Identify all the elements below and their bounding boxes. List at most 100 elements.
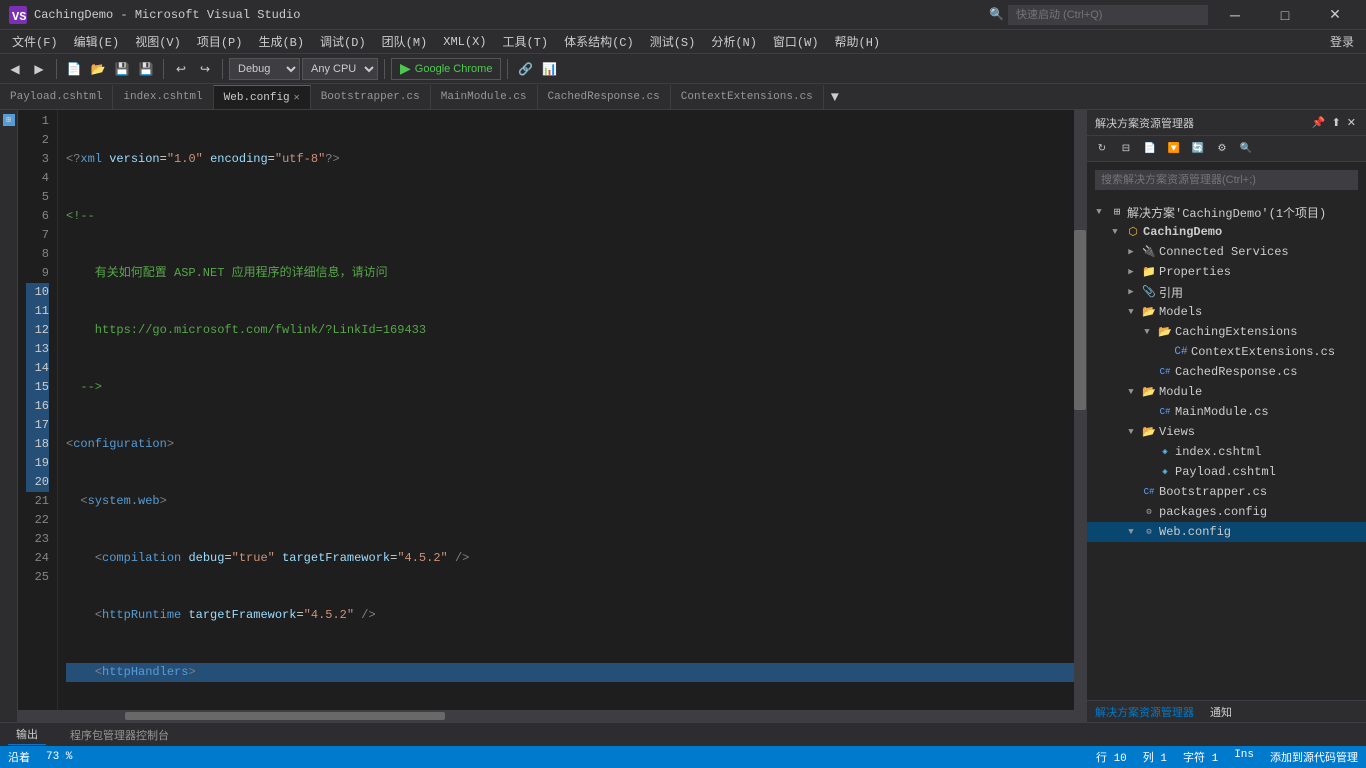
tree-references[interactable]: ▶ 📎 引用 [1087,282,1366,302]
se-tab-notifications[interactable]: 通知 [1210,704,1232,720]
tab-index[interactable]: index.cshtml [113,85,213,109]
tree-index-cshtml[interactable]: ▶ ◈ index.cshtml [1087,442,1366,462]
se-refresh[interactable]: ↻ [1091,138,1113,160]
se-pin-button[interactable]: 📌 [1310,116,1328,129]
references-icon: 📎 [1141,284,1157,300]
tree-module[interactable]: ▼ 📂 Module [1087,382,1366,402]
toolbar-sep-2 [163,59,164,79]
tree-context-ext[interactable]: ▶ C# ContextExtensions.cs [1087,342,1366,362]
toolbar-saveall[interactable]: 💾 [135,58,157,80]
se-sync-files[interactable]: 🔄 [1187,138,1209,160]
editor-scrollbar-v[interactable] [1074,110,1086,710]
tree-views[interactable]: ▼ 📂 Views [1087,422,1366,442]
toolbar-undo[interactable]: ↩ [170,58,192,80]
tab-contextextensions[interactable]: ContextExtensions.cs [671,85,824,109]
line-num-4: 4 [26,169,49,188]
menu-tools[interactable]: 工具(T) [494,30,556,54]
tree-connected-services[interactable]: ▶ 🔌 Connected Services [1087,242,1366,262]
tree-solution[interactable]: ▼ ⊞ 解决方案'CachingDemo'(1个项目) [1087,202,1366,222]
login-button[interactable]: 登录 [1322,30,1362,54]
menu-test[interactable]: 测试(S) [642,30,704,54]
add-to-source-control[interactable]: 添加到源代码管理 [1270,749,1358,765]
tab-label-mainmodule: MainModule.cs [441,91,527,103]
toolbar-forward[interactable]: ▶ [28,58,50,80]
se-search-input[interactable] [1095,170,1358,190]
toolbar-new[interactable]: 📄 [63,58,85,80]
se-search-btn[interactable]: 🔍 [1235,138,1257,160]
views-label: Views [1159,425,1195,439]
tree-models[interactable]: ▼ 📂 Models [1087,302,1366,322]
toolbar-sep-5 [507,59,508,79]
scrollbar-thumb[interactable] [1074,230,1086,410]
minimize-button[interactable]: ─ [1212,0,1258,30]
menu-arch[interactable]: 体系结构(C) [556,30,642,54]
tree-project[interactable]: ▼ ⬡ CachingDemo [1087,222,1366,242]
close-button[interactable]: ✕ [1312,0,1358,30]
tree-caching-ext[interactable]: ▼ 📂 CachingExtensions [1087,322,1366,342]
tree-packages-config[interactable]: ▶ ⚙ packages.config [1087,502,1366,522]
tab-payload[interactable]: Payload.cshtml [0,85,113,109]
tree-payload-cshtml[interactable]: ▶ ◈ Payload.cshtml [1087,462,1366,482]
scrollbar-h-thumb[interactable] [125,712,445,720]
se-tab-solution-explorer[interactable]: 解决方案资源管理器 [1095,704,1194,720]
packages-config-label: packages.config [1159,505,1267,519]
menu-build[interactable]: 生成(B) [250,30,312,54]
solution-explorer: 解决方案资源管理器 📌 ⬆ ✕ ↻ ⊟ 📄 🔽 🔄 ⚙ 🔍 [1086,110,1366,722]
toolbar-perf[interactable]: 📊 [538,58,560,80]
module-expand-arrow: ▼ [1123,384,1139,400]
se-undock-button[interactable]: ⬆ [1330,116,1343,129]
toolbar-redo[interactable]: ↪ [194,58,216,80]
menu-edit[interactable]: 编辑(E) [66,30,128,54]
tab-bootstrapper[interactable]: Bootstrapper.cs [311,85,431,109]
package-manager-tab[interactable]: 程序包管理器控制台 [62,725,177,745]
menu-project[interactable]: 项目(P) [189,30,251,54]
insert-mode: Ins [1234,749,1254,765]
toolbar: ◀ ▶ 📄 📂 💾 💾 ↩ ↪ Debug Release Any CPU x8… [0,54,1366,84]
debug-config-dropdown[interactable]: Debug Release [229,58,300,80]
run-button[interactable]: ▶ Google Chrome [391,58,501,80]
se-show-files[interactable]: 📄 [1139,138,1161,160]
menu-xml[interactable]: XML(X) [435,30,494,54]
menu-bar: 文件(F) 编辑(E) 视图(V) 项目(P) 生成(B) 调试(D) 团队(M… [0,30,1366,54]
menu-debug[interactable]: 调试(D) [312,30,374,54]
se-filter[interactable]: 🔽 [1163,138,1185,160]
menu-window[interactable]: 窗口(W) [765,30,827,54]
cursor-line: 行 10 [1096,749,1127,765]
toolbar-save[interactable]: 💾 [111,58,133,80]
tab-cachedresponse[interactable]: CachedResponse.cs [538,85,671,109]
toolbar-open[interactable]: 📂 [87,58,109,80]
toolbar-attach[interactable]: 🔗 [514,58,536,80]
branch-indicator[interactable]: 沿着 [8,749,30,765]
se-close-button[interactable]: ✕ [1345,116,1358,129]
quick-launch-input[interactable] [1008,5,1208,25]
web-config-expand: ▼ [1123,524,1139,540]
module-label: Module [1159,385,1202,399]
code-line-1: <?xml version="1.0" encoding="utf-8"?> [66,150,1074,169]
se-collapse-all[interactable]: ⊟ [1115,138,1137,160]
se-settings[interactable]: ⚙ [1211,138,1233,160]
title-bar: VS CachingDemo - Microsoft Visual Studio… [0,0,1366,30]
tab-close-webconfig[interactable]: ✕ [294,92,300,104]
menu-team[interactable]: 团队(M) [374,30,436,54]
tree-properties[interactable]: ▶ 📁 Properties [1087,262,1366,282]
tab-overflow-button[interactable]: ▼ [824,84,846,109]
menu-file[interactable]: 文件(F) [4,30,66,54]
editor-scrollbar-h[interactable] [18,710,1086,722]
output-tab[interactable]: 输出 [8,724,46,745]
tree-web-config[interactable]: ▼ ⚙ Web.config [1087,522,1366,542]
code-text[interactable]: <?xml version="1.0" encoding="utf-8"?> <… [58,110,1074,710]
cursor-info: 行 10 列 1 字符 1 Ins 添加到源代码管理 [1096,749,1358,765]
platform-dropdown[interactable]: Any CPU x86 x64 [302,58,378,80]
tab-mainmodule[interactable]: MainModule.cs [431,85,538,109]
tree-bootstrapper[interactable]: ▶ C# Bootstrapper.cs [1087,482,1366,502]
menu-analyze[interactable]: 分析(N) [703,30,765,54]
code-line-4: https://go.microsoft.com/fwlink/?LinkId=… [66,321,1074,340]
tree-mainmodule[interactable]: ▶ C# MainModule.cs [1087,402,1366,422]
menu-help[interactable]: 帮助(H) [827,30,889,54]
menu-view[interactable]: 视图(V) [127,30,189,54]
tab-webconfig[interactable]: Web.config ✕ [214,85,311,109]
maximize-button[interactable]: □ [1262,0,1308,30]
toolbar-back[interactable]: ◀ [4,58,26,80]
tree-cached-response[interactable]: ▶ C# CachedResponse.cs [1087,362,1366,382]
line-num-14: 14 [26,359,49,378]
